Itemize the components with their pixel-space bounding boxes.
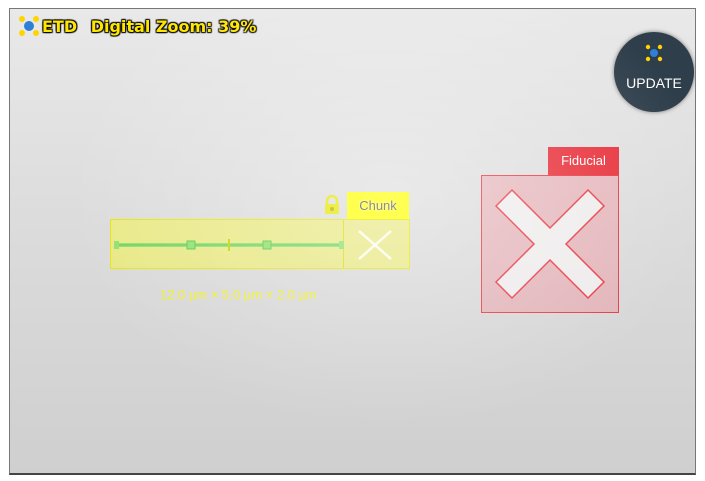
microscope-image-viewport[interactable]: ETD Digital Zoom: 39% UPDATE Chunk 12.0 … — [9, 8, 696, 475]
fiducial-x-icon — [494, 188, 606, 300]
fiducial-label[interactable]: Fiducial — [548, 147, 619, 175]
update-button-label: UPDATE — [626, 75, 682, 91]
fiducial-pattern[interactable] — [481, 175, 619, 313]
lock-icon[interactable] — [323, 195, 341, 215]
detector-icon — [19, 16, 39, 36]
update-button[interactable]: UPDATE — [614, 32, 694, 112]
update-sparkle-icon — [645, 44, 663, 62]
image-header: ETD Digital Zoom: 39% — [42, 17, 264, 36]
chunk-label[interactable]: Chunk — [347, 192, 409, 219]
chunk-dimensions: 12.0 µm × 5.0 µm × 2.0 µm — [160, 287, 317, 302]
digital-zoom-label: Digital Zoom: 39% — [90, 17, 257, 36]
chunk-line-handle[interactable] — [114, 239, 344, 251]
detector-label: ETD — [42, 17, 78, 36]
chunk-x-icon — [358, 230, 392, 260]
